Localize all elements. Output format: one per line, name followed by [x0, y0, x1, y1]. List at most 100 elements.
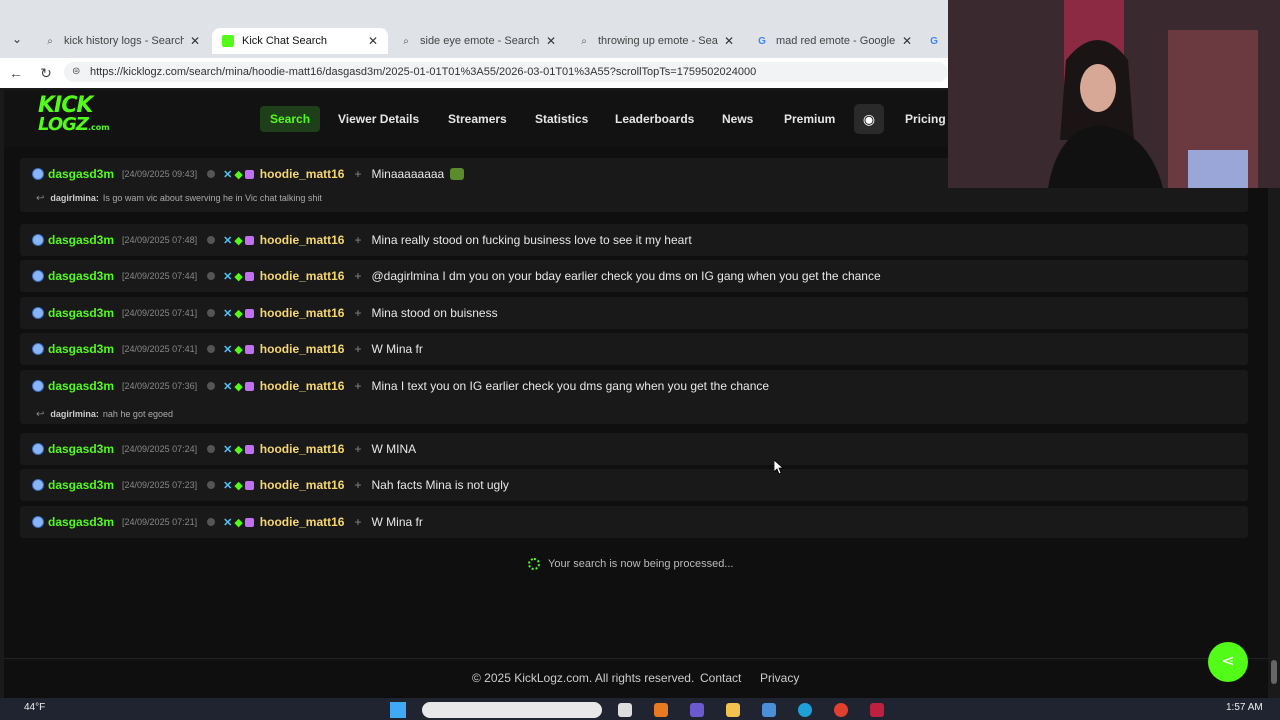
reply-arrow-icon: ↩: [36, 408, 45, 420]
mouse-cursor-icon: [773, 459, 785, 475]
gift-badge-icon: ◆: [234, 343, 243, 356]
sender-username[interactable]: dasgasd3m: [48, 233, 114, 247]
scrollbar-thumb[interactable]: [1271, 660, 1277, 684]
back-arrow-icon[interactable]: ←: [6, 63, 26, 83]
channel-username[interactable]: hoodie_matt16: [260, 167, 345, 181]
reply-text: Is go wam vic about swerving he in Vic c…: [102, 193, 322, 203]
channel-username[interactable]: hoodie_matt16: [260, 478, 345, 492]
browser-tab[interactable]: G mad red emote - Google Sea ✕: [746, 28, 922, 54]
system-clock[interactable]: 1:57 AM: [1226, 702, 1263, 713]
badge-group: ✕ ◆: [223, 307, 254, 320]
nav-statistics[interactable]: Statistics: [525, 106, 598, 132]
channel-username[interactable]: hoodie_matt16: [260, 515, 345, 529]
subscriber-badge-icon: [244, 308, 254, 318]
kicklogz-icon: [222, 35, 234, 47]
app-icon[interactable]: [654, 703, 668, 717]
channel-username[interactable]: hoodie_matt16: [260, 342, 345, 356]
nav-pricing[interactable]: Pricing: [895, 106, 956, 132]
info-dot-icon[interactable]: [207, 518, 216, 526]
reply-text: nah he got egoed: [102, 409, 173, 419]
message-timestamp: [24/09/2025 07:24]: [122, 444, 198, 454]
reply-arrow-icon: ↩: [36, 192, 45, 204]
close-icon[interactable]: ✕: [546, 34, 556, 48]
google-icon: G: [758, 35, 766, 47]
channel-username[interactable]: hoodie_matt16: [260, 306, 345, 320]
sender-username[interactable]: dasgasd3m: [48, 342, 114, 356]
close-icon[interactable]: ✕: [190, 34, 200, 48]
store-icon[interactable]: [762, 703, 776, 717]
nav-news[interactable]: News: [712, 106, 763, 132]
browser-tab[interactable]: ⌕ kick history logs - Search ✕: [34, 28, 210, 54]
kicklogz-logo[interactable]: KICK LOGZ.com: [38, 95, 118, 136]
loading-spinner-icon: [528, 558, 540, 570]
close-icon[interactable]: ✕: [368, 34, 378, 48]
info-dot-icon[interactable]: [207, 236, 216, 244]
edge-icon[interactable]: [798, 703, 812, 717]
folder-icon[interactable]: [726, 703, 740, 717]
nav-viewer-details[interactable]: Viewer Details: [328, 106, 429, 132]
channel-username[interactable]: hoodie_matt16: [260, 442, 345, 456]
tab-list-chevron-icon[interactable]: ⌄: [8, 30, 26, 48]
badge-group: ✕ ◆: [223, 234, 254, 247]
chat-message-row: dasgasd3m [24/09/2025 07:21] ✕ ◆ hoodie_m…: [20, 506, 1248, 538]
plus-icon: +: [354, 478, 362, 492]
nav-premium[interactable]: Premium: [774, 106, 845, 132]
url-input[interactable]: ⊜ https://kicklogz.com/search/mina/hoodi…: [64, 62, 948, 82]
nav-search[interactable]: Search: [260, 106, 321, 132]
privacy-link[interactable]: Privacy: [760, 671, 799, 685]
sender-username[interactable]: dasgasd3m: [48, 515, 114, 529]
site-header: KICK LOGZ.com Search Viewer Details Stre…: [4, 90, 948, 146]
site-info-icon[interactable]: ⊜: [72, 66, 84, 78]
channel-username[interactable]: hoodie_matt16: [260, 233, 345, 247]
channel-username[interactable]: hoodie_matt16: [260, 379, 345, 393]
gift-badge-icon: ◆: [234, 168, 243, 181]
contact-link[interactable]: Contact: [700, 671, 741, 685]
plus-icon: +: [354, 233, 362, 247]
globe-icon: [32, 168, 44, 180]
sword-badge-icon: ✕: [223, 516, 233, 529]
reload-icon[interactable]: ↻: [36, 63, 56, 83]
browser-tab-active[interactable]: Kick Chat Search ✕: [212, 28, 388, 54]
weather-widget[interactable]: 44°F: [24, 702, 45, 713]
sender-username[interactable]: dasgasd3m: [48, 478, 114, 492]
badge-group: ✕ ◆: [223, 516, 254, 529]
browser-tab[interactable]: ⌕ throwing up emote - Search I ✕: [568, 28, 744, 54]
subscriber-badge-icon: [244, 344, 254, 354]
browser-tab-partial[interactable]: G: [924, 28, 948, 54]
info-dot-icon[interactable]: [207, 345, 216, 353]
nav-streamers[interactable]: Streamers: [438, 106, 517, 132]
message-text: W Mina fr: [371, 342, 423, 356]
sender-username[interactable]: dasgasd3m: [48, 379, 114, 393]
search-icon: ⌕: [47, 35, 53, 47]
windows-start-icon[interactable]: [390, 702, 406, 718]
sender-username[interactable]: dasgasd3m: [48, 269, 114, 283]
site-footer: © 2025 KickLogz.com. All rights reserved…: [4, 658, 1268, 698]
app-icon[interactable]: [870, 703, 884, 717]
info-dot-icon[interactable]: [207, 481, 216, 489]
sender-username[interactable]: dasgasd3m: [48, 167, 114, 181]
message-text: W Mina fr: [371, 515, 423, 529]
info-dot-icon[interactable]: [207, 382, 216, 390]
browser-tab[interactable]: ⌕ side eye emote - Search Imag ✕: [390, 28, 566, 54]
nav-leaderboards[interactable]: Leaderboards: [605, 106, 704, 132]
info-dot-icon[interactable]: [207, 309, 216, 317]
share-button[interactable]: ⋖: [1208, 642, 1248, 682]
chat-message-row: dasgasd3m [24/09/2025 07:36] ✕ ◆ hoodie_m…: [20, 370, 1248, 424]
taskbar-search-box[interactable]: [422, 702, 602, 718]
copyright-text: © 2025 KickLogz.com. All rights reserved…: [472, 671, 695, 685]
chrome-icon[interactable]: [834, 703, 848, 717]
teams-icon[interactable]: [690, 703, 704, 717]
channel-username[interactable]: hoodie_matt16: [260, 269, 345, 283]
info-dot-icon[interactable]: [207, 170, 216, 178]
file-icon[interactable]: [618, 703, 632, 717]
close-icon[interactable]: ✕: [902, 34, 912, 48]
chat-message-row: dasgasd3m [24/09/2025 07:44] ✕ ◆ hoodie_m…: [20, 260, 1248, 292]
gift-badge-icon: ◆: [234, 516, 243, 529]
info-dot-icon[interactable]: [207, 445, 216, 453]
sender-username[interactable]: dasgasd3m: [48, 306, 114, 320]
info-dot-icon[interactable]: [207, 272, 216, 280]
close-icon[interactable]: ✕: [724, 34, 734, 48]
sender-username[interactable]: dasgasd3m: [48, 442, 114, 456]
message-text: Mina stood on buisness: [371, 306, 498, 320]
discord-icon[interactable]: ◉: [854, 104, 884, 134]
